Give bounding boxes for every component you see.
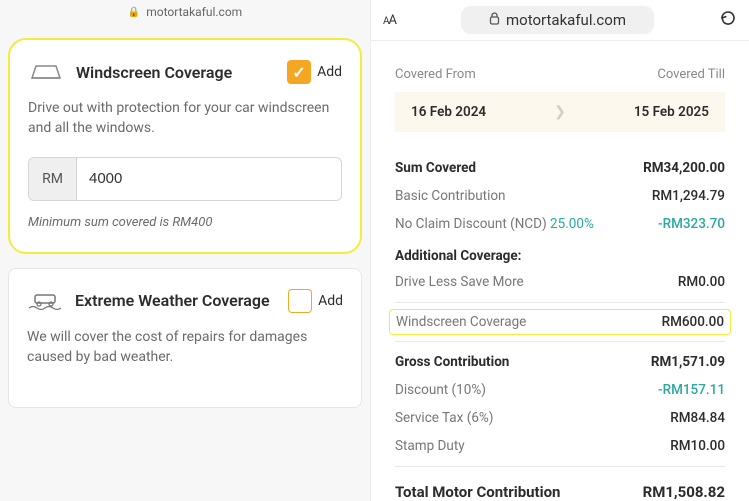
card-description: Drive out with protection for your car w… bbox=[28, 98, 342, 139]
add-toggle[interactable]: Add bbox=[287, 60, 342, 84]
row-label: Stamp Duty bbox=[395, 438, 465, 454]
drive-less-row: Drive Less Save More RM0.00 bbox=[395, 268, 725, 296]
currency-prefix: RM bbox=[29, 158, 77, 200]
till-date: 15 Feb 2025 bbox=[634, 104, 709, 120]
add-toggle[interactable]: Add bbox=[288, 289, 343, 313]
row-label: Total Motor Contribution bbox=[395, 483, 560, 501]
chevron-right-icon: ❯ bbox=[554, 104, 566, 120]
url-domain: motortakaful.com bbox=[506, 11, 626, 29]
row-label: Discount (10%) bbox=[395, 382, 486, 398]
card-title: Windscreen Coverage bbox=[76, 63, 232, 82]
summary-section: Covered From Covered Till 16 Feb 2024 ❯ … bbox=[371, 41, 749, 501]
refresh-button[interactable] bbox=[719, 9, 737, 32]
coverage-dates[interactable]: 16 Feb 2024 ❯ 15 Feb 2025 bbox=[395, 92, 725, 132]
ncd-row: No Claim Discount (NCD) 25.00% -RM323.70 bbox=[395, 210, 725, 238]
checkbox-unchecked-icon[interactable] bbox=[288, 289, 312, 313]
url-pill[interactable]: motortakaful.com bbox=[461, 6, 654, 34]
windscreen-coverage-row: Windscreen Coverage RM600.00 bbox=[389, 309, 731, 335]
row-label: Drive Less Save More bbox=[395, 274, 524, 290]
covered-from-label: Covered From bbox=[395, 67, 476, 82]
total-row: Total Motor Contribution RM1,508.82 bbox=[395, 473, 725, 501]
row-value: RM0.00 bbox=[678, 274, 725, 290]
covered-till-label: Covered Till bbox=[657, 67, 725, 82]
card-description: We will cover the cost of repairs for da… bbox=[27, 327, 343, 368]
row-label: Service Tax (6%) bbox=[395, 410, 494, 426]
card-header: Extreme Weather Coverage Add bbox=[27, 289, 343, 313]
row-value: RM1,571.09 bbox=[651, 354, 725, 370]
row-value: RM10.00 bbox=[670, 438, 725, 454]
address-bar-left: 🔒 motortakaful.com bbox=[8, 0, 362, 24]
row-label: Gross Contribution bbox=[395, 354, 509, 370]
card-header: Windscreen Coverage Add bbox=[28, 60, 342, 84]
service-tax-row: Service Tax (6%) RM84.84 bbox=[395, 404, 725, 432]
row-label: No Claim Discount (NCD) 25.00% bbox=[395, 216, 594, 232]
sum-covered-row: Sum Covered RM34,200.00 bbox=[395, 154, 725, 182]
row-label: Basic Contribution bbox=[395, 188, 506, 204]
row-value: RM1,508.82 bbox=[643, 483, 725, 501]
checkbox-checked-icon[interactable] bbox=[287, 60, 311, 84]
browser-bar: AA motortakaful.com bbox=[371, 0, 749, 41]
additional-coverage-head: Additional Coverage: bbox=[395, 248, 725, 264]
flood-car-icon bbox=[27, 289, 63, 313]
divider bbox=[395, 302, 725, 303]
from-date: 16 Feb 2024 bbox=[411, 104, 486, 120]
windscreen-card: Windscreen Coverage Add Drive out with p… bbox=[8, 38, 362, 254]
row-value: -RM157.11 bbox=[658, 382, 725, 398]
lock-icon bbox=[489, 11, 500, 29]
row-value: -RM323.70 bbox=[658, 216, 725, 232]
stamp-duty-row: Stamp Duty RM10.00 bbox=[395, 432, 725, 460]
address-domain: motortakaful.com bbox=[146, 5, 242, 19]
row-label: Windscreen Coverage bbox=[396, 314, 526, 330]
row-value: RM600.00 bbox=[662, 314, 724, 330]
gross-contribution-row: Gross Contribution RM1,571.09 bbox=[395, 348, 725, 376]
amount-input[interactable] bbox=[77, 158, 341, 200]
divider bbox=[395, 341, 725, 342]
row-label: Sum Covered bbox=[395, 160, 476, 176]
right-panel: AA motortakaful.com Covered From Covered… bbox=[370, 0, 749, 501]
basic-contribution-row: Basic Contribution RM1,294.79 bbox=[395, 182, 725, 210]
divider bbox=[395, 466, 725, 467]
add-label: Add bbox=[317, 64, 342, 80]
discount-row: Discount (10%) -RM157.11 bbox=[395, 376, 725, 404]
left-panel: 🔒 motortakaful.com Windscreen Coverage A… bbox=[0, 0, 370, 501]
text-size-button[interactable]: AA bbox=[383, 13, 396, 28]
row-value: RM84.84 bbox=[670, 410, 725, 426]
weather-card: Extreme Weather Coverage Add We will cov… bbox=[8, 268, 362, 409]
row-value: RM34,200.00 bbox=[643, 160, 725, 176]
card-title: Extreme Weather Coverage bbox=[75, 291, 270, 310]
coverage-labels: Covered From Covered Till bbox=[395, 67, 725, 82]
minimum-note: Minimum sum covered is RM400 bbox=[28, 215, 342, 230]
amount-input-group: RM bbox=[28, 157, 342, 201]
lock-icon: 🔒 bbox=[128, 7, 140, 18]
windscreen-icon bbox=[28, 60, 64, 84]
row-value: RM1,294.79 bbox=[652, 188, 725, 204]
add-label: Add bbox=[318, 293, 343, 309]
